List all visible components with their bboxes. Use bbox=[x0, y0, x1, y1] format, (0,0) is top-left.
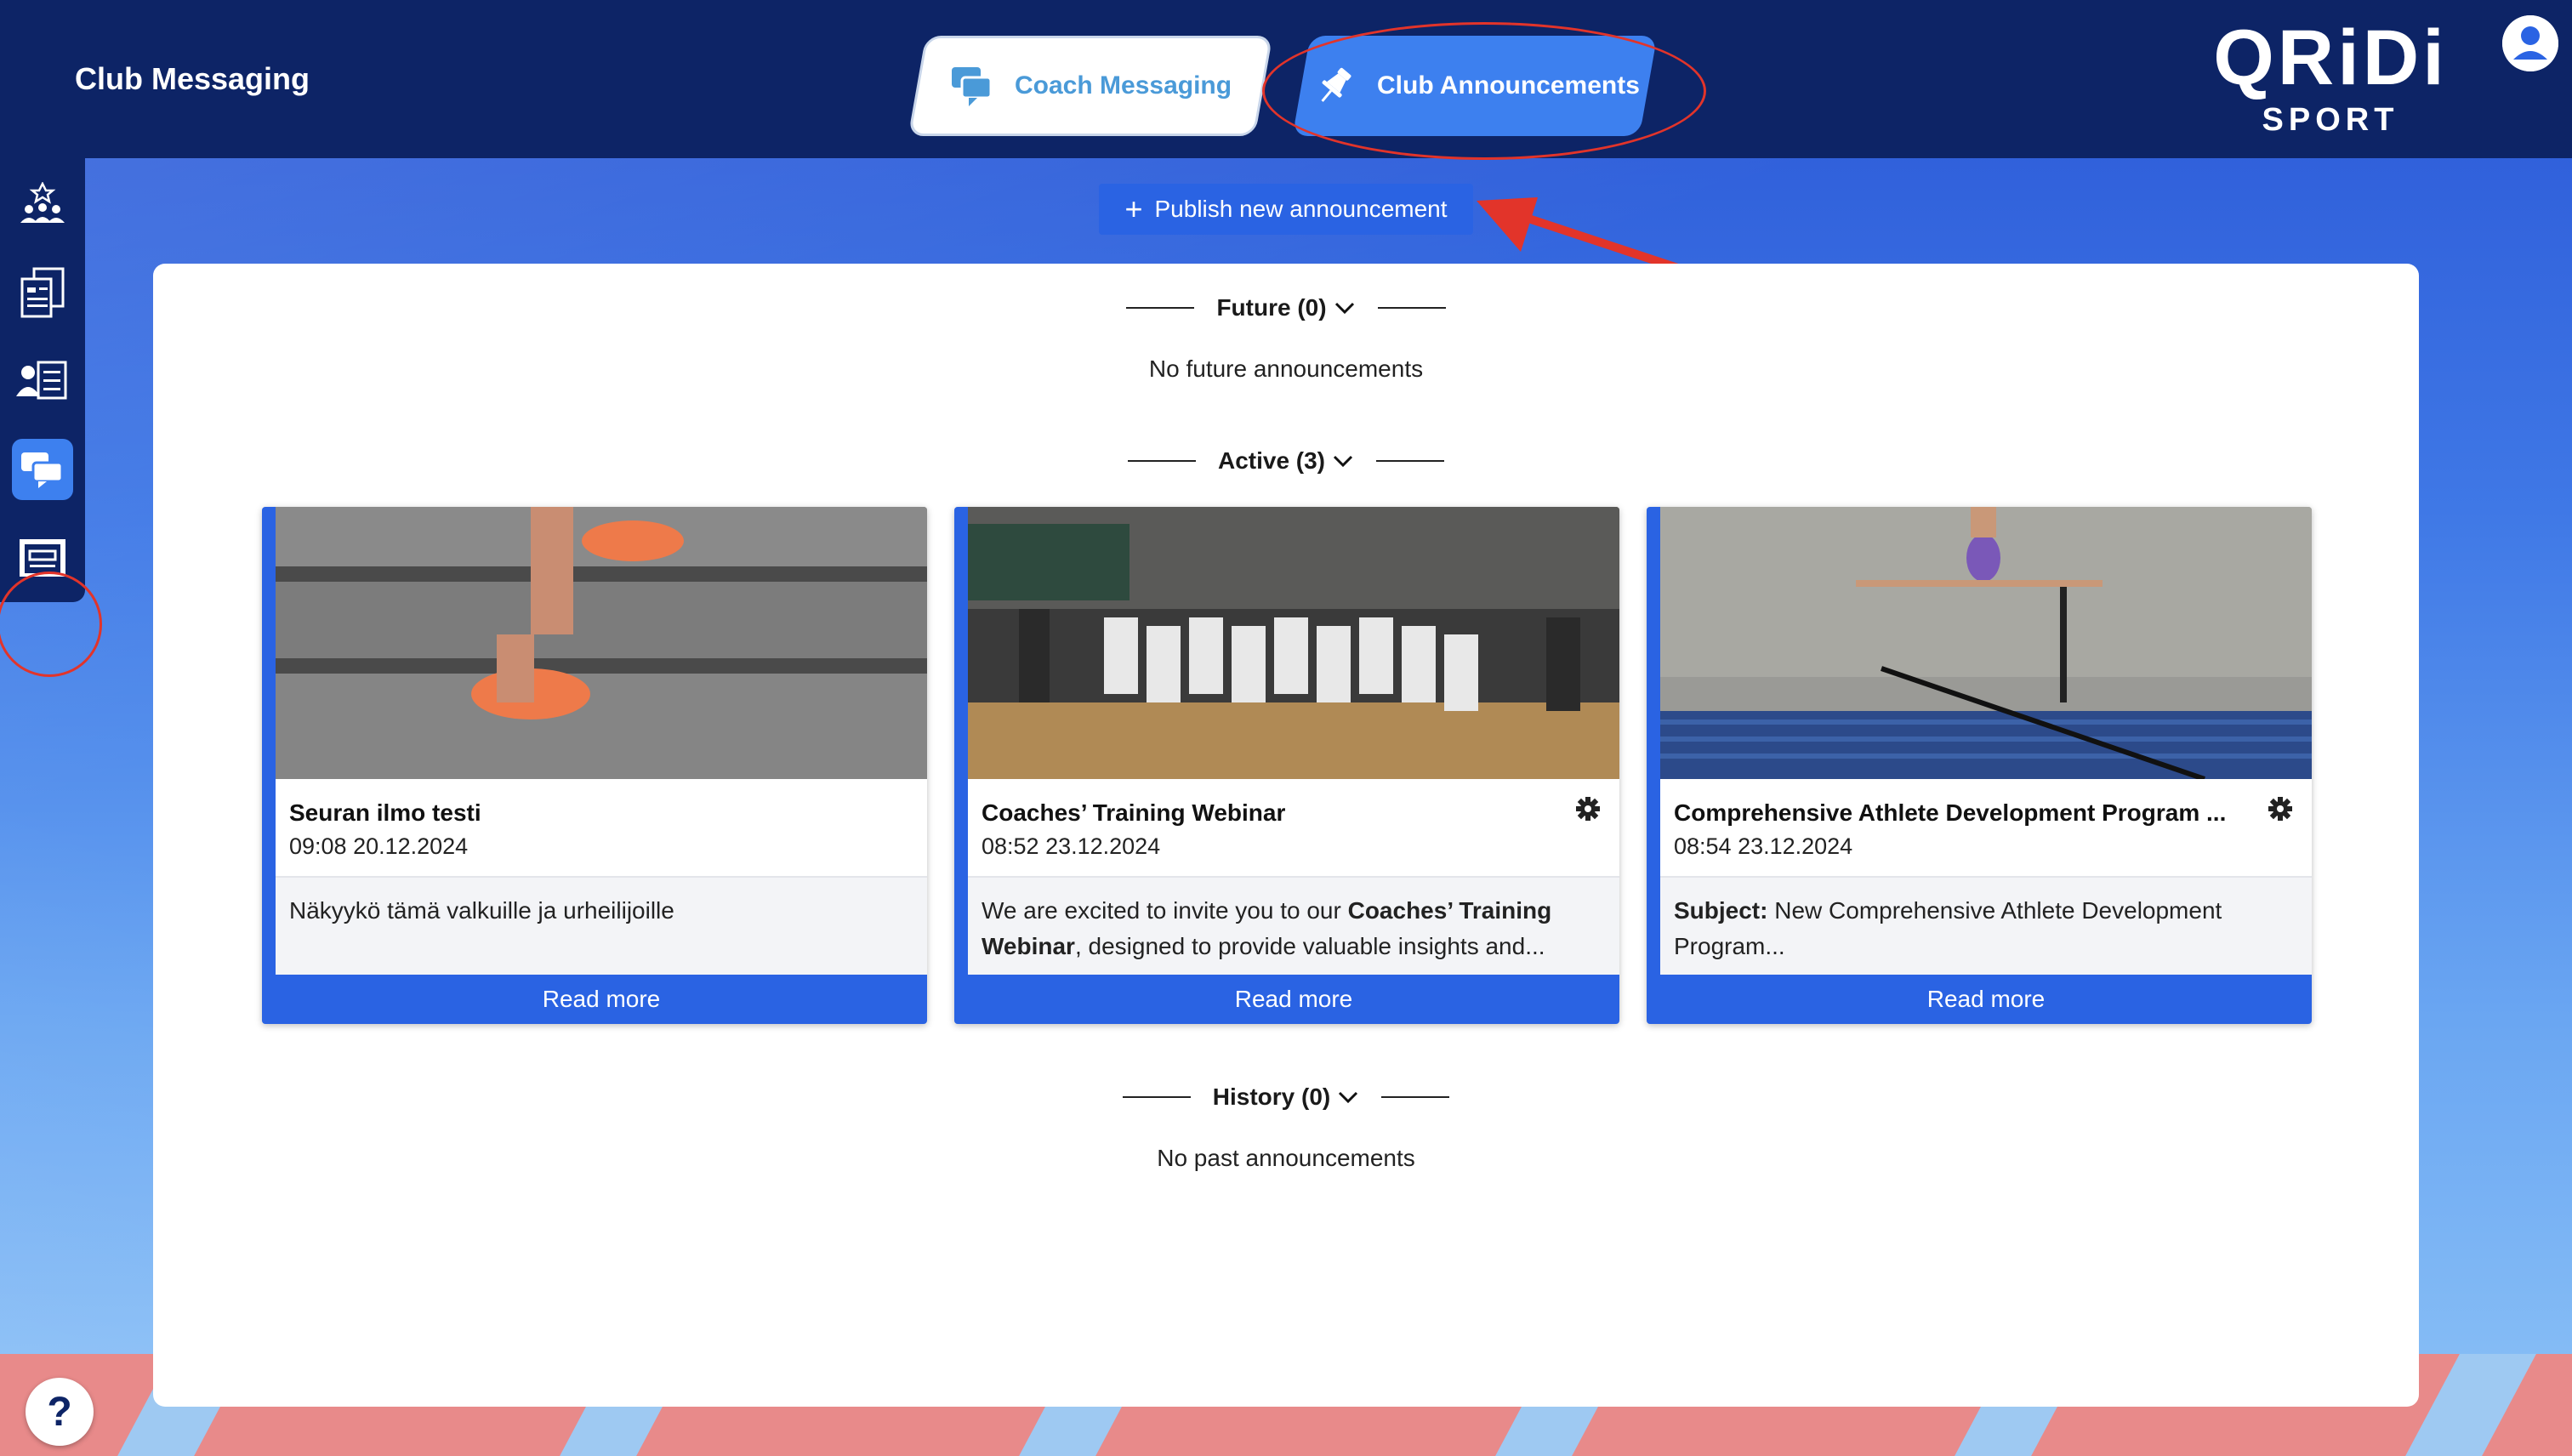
user-avatar-icon[interactable] bbox=[2502, 15, 2558, 71]
qridi-sport-logo: QRiDi SPORT bbox=[2194, 19, 2467, 143]
read-more-button[interactable]: Read more bbox=[968, 975, 1619, 1024]
announcement-thumbnail bbox=[1660, 507, 2312, 779]
announcements-panel: Future (0) No future announcements Activ… bbox=[153, 264, 2419, 1407]
tab-label: Coach Messaging bbox=[1015, 71, 1232, 100]
announcement-date: 08:54 23.12.2024 bbox=[1674, 833, 1853, 859]
tab-coach-messaging[interactable]: Coach Messaging bbox=[908, 36, 1273, 136]
section-future-toggle[interactable]: Future (0) bbox=[153, 291, 2419, 325]
annotation-circle bbox=[0, 572, 102, 677]
user-list-icon bbox=[16, 361, 67, 400]
chevron-down-icon bbox=[1333, 455, 1353, 468]
section-label: Future (0) bbox=[1216, 294, 1327, 321]
section-label: Active (3) bbox=[1217, 447, 1326, 474]
announcement-card[interactable]: Seuran ilmo testi 09:08 20.12.2024 Näkyy… bbox=[262, 507, 927, 1024]
sidebar bbox=[0, 158, 102, 677]
announcement-card[interactable]: Coaches’ Training Webinar 08:52 23.12.20… bbox=[954, 507, 1619, 1024]
announcement-title: Coaches’ Training Webinar bbox=[982, 799, 1286, 826]
announcement-card[interactable]: Comprehensive Athlete Development Progra… bbox=[1647, 507, 2312, 1024]
logo-sub: SPORT bbox=[2262, 102, 2399, 138]
publish-label: Publish new announcement bbox=[1154, 196, 1448, 222]
section-history-toggle[interactable]: History (0) bbox=[153, 1080, 2419, 1114]
section-label: History (0) bbox=[1212, 1083, 1331, 1110]
announcement-title: Comprehensive Athlete Development Progra… bbox=[1674, 799, 2227, 826]
app-title: Club Messaging bbox=[75, 61, 310, 96]
chat-bubbles-icon bbox=[948, 64, 996, 108]
announcement-excerpt: Näkyykö tämä valkuille ja urheilijoille bbox=[276, 876, 927, 975]
empty-history-text: No past announcements bbox=[1157, 1145, 1415, 1171]
logo-brand: QRiDi bbox=[2213, 14, 2448, 101]
documents-icon bbox=[20, 267, 65, 318]
empty-future-text: No future announcements bbox=[1148, 355, 1424, 382]
announcement-thumbnail bbox=[276, 507, 927, 779]
sidebar-item-user-list[interactable] bbox=[12, 350, 73, 412]
sidebar-item-messaging[interactable] bbox=[12, 439, 73, 500]
announcement-title: Seuran ilmo testi bbox=[289, 799, 481, 826]
announcement-date: 09:08 20.12.2024 bbox=[289, 833, 469, 859]
announcement-thumbnail bbox=[968, 507, 1619, 779]
gear-icon[interactable] bbox=[2268, 796, 2293, 822]
announcement-excerpt: We are excited to invite you to our Coac… bbox=[968, 876, 1619, 975]
read-more-button[interactable]: Read more bbox=[1660, 975, 2312, 1024]
chevron-down-icon bbox=[1334, 302, 1354, 315]
annotation-circle bbox=[1262, 22, 1706, 160]
team-icon bbox=[20, 182, 65, 223]
top-header: Club Messaging Coach Messaging Club Anno… bbox=[0, 0, 2572, 160]
announcement-excerpt: Subject: New Comprehensive Athlete Devel… bbox=[1660, 876, 2312, 975]
announcement-date: 08:52 23.12.2024 bbox=[982, 833, 1161, 859]
sidebar-item-team[interactable] bbox=[12, 173, 73, 235]
publish-announcement-button[interactable]: + Publish new announcement bbox=[1099, 184, 1473, 235]
messaging-icon bbox=[21, 452, 64, 488]
help-button[interactable]: ? bbox=[26, 1378, 94, 1446]
section-active-toggle[interactable]: Active (3) bbox=[153, 444, 2419, 478]
gear-icon[interactable] bbox=[1575, 796, 1601, 822]
chevron-down-icon bbox=[1339, 1091, 1358, 1104]
read-more-button[interactable]: Read more bbox=[276, 975, 927, 1024]
plus-icon: + bbox=[1124, 191, 1143, 226]
sidebar-item-documents[interactable] bbox=[12, 262, 73, 323]
